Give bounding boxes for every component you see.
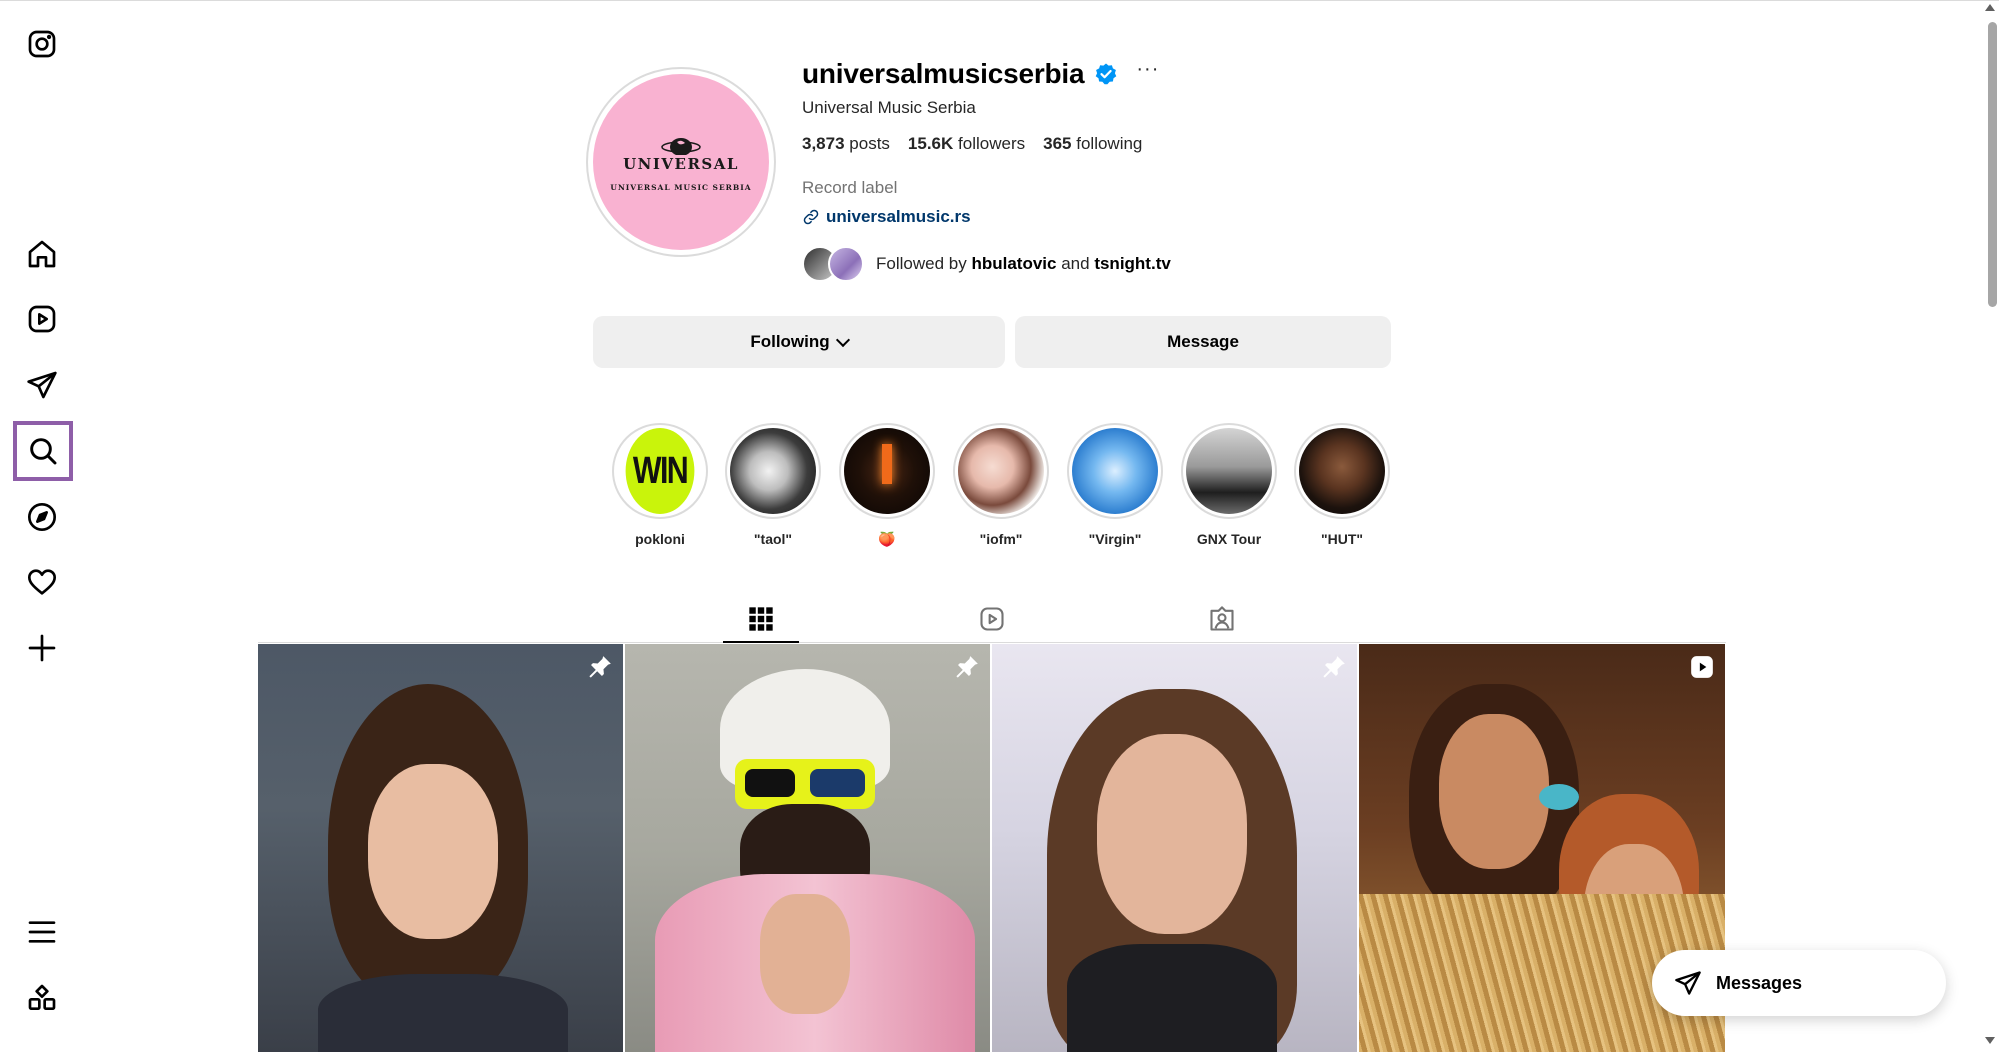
verified-badge-icon bbox=[1096, 63, 1117, 85]
following-count: 365 bbox=[1043, 134, 1072, 153]
direct-messages-icon bbox=[1675, 971, 1701, 995]
highlight-cover: WIN bbox=[625, 428, 695, 514]
highlight-label: pokloni bbox=[635, 531, 685, 547]
scrollbar-thumb[interactable] bbox=[1988, 22, 1997, 307]
followed-by-row[interactable]: Followed by hbulatovic and tsnight.tv bbox=[802, 246, 1171, 282]
message-button-label: Message bbox=[1167, 332, 1239, 351]
highlight-ring bbox=[1067, 423, 1163, 519]
message-button[interactable]: Message bbox=[1015, 316, 1391, 368]
post-tile[interactable] bbox=[992, 644, 1357, 1052]
top-border bbox=[0, 0, 1999, 1]
followed-by-text: Followed by hbulatovic and tsnight.tv bbox=[876, 254, 1171, 274]
post-tile[interactable] bbox=[625, 644, 990, 1052]
profile-website-link[interactable]: universalmusic.rs bbox=[802, 207, 971, 227]
followed-by-prefix: Followed by bbox=[876, 254, 967, 273]
posts-grid-icon bbox=[749, 607, 773, 631]
highlight-label: "HUT" bbox=[1320, 531, 1364, 547]
avatar-logo-text: UNIVERSAL bbox=[623, 154, 739, 173]
search-icon[interactable] bbox=[13, 421, 73, 481]
username-row: universalmusicserbia ··· bbox=[802, 58, 1159, 90]
followed-by-user: tsnight.tv bbox=[1094, 254, 1171, 273]
story-highlight[interactable]: "Virgin" bbox=[1065, 423, 1165, 547]
highlight-cover bbox=[1186, 428, 1272, 514]
avatar-image: UNIVERSAL UNIVERSAL MUSIC SERBIA bbox=[593, 74, 769, 250]
post-tile[interactable] bbox=[258, 644, 623, 1052]
followed-by-user: hbulatovic bbox=[971, 254, 1057, 273]
messages-label: Messages bbox=[1716, 972, 1803, 993]
profile-username: universalmusicserbia bbox=[802, 58, 1085, 89]
profile-avatar[interactable]: UNIVERSAL UNIVERSAL MUSIC SERBIA bbox=[586, 67, 776, 257]
highlight-label: "iofm" bbox=[979, 531, 1023, 547]
story-highlight[interactable]: 🍑 bbox=[837, 423, 937, 548]
highlight-label: "Virgin" bbox=[1088, 531, 1142, 547]
highlight-label: "taol" bbox=[753, 531, 793, 547]
direct-messages-icon[interactable] bbox=[15, 358, 69, 412]
highlight-cover bbox=[844, 428, 930, 514]
story-highlight[interactable]: "taol" bbox=[723, 423, 823, 547]
globe-logo-icon bbox=[661, 137, 701, 155]
create-plus-icon[interactable] bbox=[15, 621, 69, 675]
sidebar bbox=[0, 0, 84, 1052]
following-label: following bbox=[1076, 134, 1143, 153]
reels-icon bbox=[980, 607, 1004, 631]
scroll-down-arrow-icon[interactable] bbox=[1985, 1037, 1995, 1044]
following-stat[interactable]: 365 following bbox=[1043, 134, 1142, 154]
reel-icon bbox=[1691, 656, 1713, 678]
also-from-meta-icon[interactable] bbox=[15, 971, 69, 1025]
posts-label: posts bbox=[849, 134, 890, 153]
highlight-ring: WIN bbox=[612, 423, 708, 519]
tabs-divider bbox=[258, 642, 1726, 643]
highlight-label: 🍑 bbox=[878, 531, 896, 547]
highlight-cover bbox=[1072, 428, 1158, 514]
menu-hamburger-icon[interactable] bbox=[15, 905, 69, 959]
highlight-cover bbox=[1299, 428, 1385, 514]
followers-stat[interactable]: 15.6K followers bbox=[908, 134, 1025, 154]
website-text: universalmusic.rs bbox=[826, 207, 971, 226]
highlight-ring bbox=[1181, 423, 1277, 519]
story-highlight[interactable]: WIN pokloni bbox=[610, 423, 710, 547]
posts-count: 3,873 bbox=[802, 134, 845, 153]
profile-category: Record label bbox=[802, 178, 898, 197]
follower-avatar bbox=[828, 246, 864, 282]
profile-stats: 3,873 posts 15.6K followers 365 followin… bbox=[802, 134, 1142, 154]
highlight-ring bbox=[953, 423, 1049, 519]
home-icon[interactable] bbox=[15, 227, 69, 281]
highlight-label: GNX Tour bbox=[1196, 531, 1262, 547]
tab-posts[interactable] bbox=[723, 596, 799, 643]
story-highlight[interactable]: "iofm" bbox=[951, 423, 1051, 547]
scroll-up-arrow-icon[interactable] bbox=[1985, 4, 1995, 11]
tagged-icon bbox=[1210, 606, 1234, 631]
chevron-down-icon bbox=[835, 332, 850, 347]
story-highlight[interactable]: "HUT" bbox=[1292, 423, 1392, 547]
avatar-logo-subtext: UNIVERSAL MUSIC SERBIA bbox=[610, 182, 752, 192]
highlight-ring bbox=[839, 423, 935, 519]
highlight-cover bbox=[730, 428, 816, 514]
followers-count: 15.6K bbox=[907, 134, 954, 153]
pin-icon bbox=[589, 656, 611, 678]
following-button[interactable]: Following bbox=[593, 316, 1005, 368]
reels-icon[interactable] bbox=[15, 292, 69, 346]
followers-label: followers bbox=[958, 134, 1026, 153]
pin-icon bbox=[956, 656, 978, 678]
highlight-cover bbox=[958, 428, 1044, 514]
posts-stat: 3,873 posts bbox=[802, 134, 890, 154]
explore-icon[interactable] bbox=[15, 490, 69, 544]
story-highlight[interactable]: GNX Tour bbox=[1179, 423, 1279, 547]
more-options-icon[interactable]: ··· bbox=[1136, 59, 1159, 79]
scrollbar[interactable] bbox=[1981, 0, 1999, 1052]
pin-icon bbox=[1323, 656, 1345, 678]
following-button-label: Following bbox=[750, 332, 830, 351]
heart-icon[interactable] bbox=[15, 555, 69, 609]
profile-full-name: Universal Music Serbia bbox=[802, 98, 976, 117]
instagram-logo-icon[interactable] bbox=[15, 17, 69, 71]
tab-reels[interactable] bbox=[954, 596, 1030, 642]
followed-by-and: and bbox=[1061, 254, 1090, 273]
tab-tagged[interactable] bbox=[1184, 596, 1260, 642]
highlight-ring bbox=[1294, 423, 1390, 519]
highlight-ring bbox=[725, 423, 821, 519]
link-icon bbox=[803, 209, 819, 225]
messages-drawer-button[interactable]: Messages bbox=[1652, 950, 1946, 1016]
